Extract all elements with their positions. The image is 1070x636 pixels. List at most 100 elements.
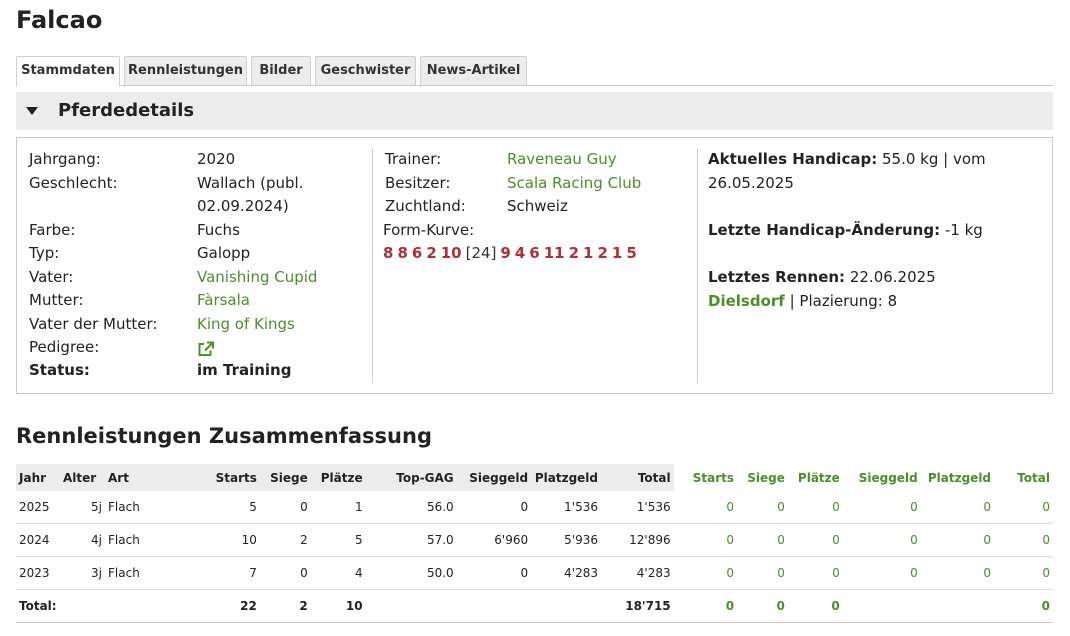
form-result[interactable]: 10	[441, 244, 462, 262]
detail-row-typ: Typ: Galopp	[29, 244, 251, 262]
caret-down-icon	[26, 107, 38, 115]
handicap-date: 26.05.2025	[708, 173, 794, 192]
tab-news-artikel[interactable]: News-Artikel	[420, 56, 527, 85]
form-result[interactable]: 8	[383, 244, 393, 262]
mutter-link[interactable]: Fàrsala	[197, 289, 377, 313]
table-cell	[531, 589, 602, 623]
table-row: 2025 5j Flach 5 0 1 56.0 0 1'536 1'536 0…	[16, 491, 1053, 524]
table-cell: 0	[787, 491, 843, 524]
detail-row-besitzer: Besitzer: Scala Racing Club	[17, 172, 697, 196]
placement: | Plazierung: 8	[789, 291, 898, 310]
table-cell: 0	[673, 523, 738, 557]
detail-row-mutter: Mutter: Fàrsala	[17, 289, 372, 313]
table-cell: 0	[737, 589, 788, 623]
detail-row-pedigree: Pedigree:	[17, 336, 372, 360]
table-cell: 0	[842, 491, 921, 524]
table-total-row: Total: 22 2 10 18'715 0 0 0 0	[16, 589, 1053, 623]
accordion-header[interactable]: Pferdedetails	[16, 92, 1053, 130]
table-cell	[365, 589, 457, 623]
last-race-block: Letztes Rennen: 22.06.2025 Dielsdorf | P…	[708, 266, 1048, 313]
detail-row-status: Status: im Training	[17, 359, 372, 383]
table-cell: 0	[787, 589, 843, 623]
table-cell: 12'896	[601, 523, 674, 557]
table-cell: 18'715	[601, 589, 674, 623]
form-result[interactable]: 11	[544, 244, 565, 262]
handicap-change-block: Letzte Handicap-Änderung: -1 kg	[708, 219, 1048, 243]
table-cell: 4'283	[601, 556, 674, 590]
col-header: Sieggeld	[842, 464, 921, 491]
form-result-bracket: [24]	[465, 244, 497, 262]
handicap-change-value: -1 kg	[944, 221, 983, 239]
table-cell: 4j	[59, 523, 105, 557]
col-header: Jahr	[16, 464, 60, 491]
last-race-date: 22.06.2025	[849, 268, 936, 286]
table-cell	[456, 589, 532, 623]
table-cell: 22	[187, 589, 260, 623]
table-cell: 5'936	[531, 523, 602, 557]
table-cell: 0	[787, 556, 843, 590]
table-row: 2023 3j Flach 7 0 4 50.0 0 4'283 4'283 0…	[16, 556, 1053, 590]
form-result[interactable]: 6	[529, 244, 539, 262]
table-cell: 0	[994, 491, 1053, 524]
accordion-title: Pferdedetails	[58, 100, 195, 121]
external-link-icon[interactable]	[197, 337, 377, 361]
form-result[interactable]: 5	[626, 244, 636, 262]
form-result[interactable]: 4	[515, 244, 525, 262]
form-result[interactable]: 1	[612, 244, 622, 262]
table-cell: 3j	[59, 556, 105, 590]
handicap-label: Aktuelles Handicap:	[708, 150, 878, 168]
col-header: Top-GAG	[365, 464, 457, 491]
detail-row-vater: Vater: Vanishing Cupid	[17, 266, 372, 290]
tab-geschwister[interactable]: Geschwister	[315, 56, 416, 85]
detail-row-vater-der-mutter: Vater der Mutter: King of Kings	[17, 313, 372, 337]
tab-bilder[interactable]: Bilder	[251, 56, 311, 85]
last-race-venue-link[interactable]: Dielsdorf	[708, 292, 785, 310]
table-cell: 5j	[59, 491, 105, 524]
table-row: 2024 4j Flach 10 2 5 57.0 6'960 5'936 12…	[16, 523, 1053, 557]
table-cell: 0	[456, 491, 532, 524]
table-cell: 56.0	[365, 491, 457, 524]
form-result[interactable]: 6	[412, 244, 422, 262]
col-header: Total	[994, 464, 1053, 491]
table-header-row: Jahr Alter Art Starts Siege Plätze Top-G…	[16, 464, 1053, 491]
handicap-change-label: Letzte Handicap-Änderung:	[708, 221, 941, 239]
table-cell: 57.0	[365, 523, 457, 557]
table-cell: 0	[787, 523, 843, 557]
tab-rennleistungen[interactable]: Rennleistungen	[124, 56, 247, 85]
table-cell: 10	[187, 523, 260, 557]
table-cell: Total:	[16, 589, 60, 623]
table-cell: 0	[920, 556, 995, 590]
form-result[interactable]: 2	[597, 244, 607, 262]
form-result[interactable]: 2	[426, 244, 436, 262]
trainer-link[interactable]: Raveneau Guy	[507, 148, 707, 172]
form-result[interactable]: 1	[583, 244, 593, 262]
table-cell: 0	[920, 491, 995, 524]
table-cell	[842, 589, 921, 623]
col-header: Siege	[737, 464, 788, 491]
table-cell: Flach	[105, 491, 188, 524]
col-header: Platzgeld	[531, 464, 602, 491]
table-cell: 0	[737, 523, 788, 557]
horse-details-panel: Jahrgang: 2020 Geschlecht: Wallach (publ…	[16, 137, 1053, 394]
vater-der-mutter-link[interactable]: King of Kings	[197, 313, 377, 337]
form-result[interactable]: 9	[500, 244, 510, 262]
col-header: Starts	[187, 464, 260, 491]
table-cell: 0	[673, 589, 738, 623]
table-cell: 2023	[16, 556, 60, 590]
table-cell: 5	[310, 523, 366, 557]
table-cell: 6'960	[456, 523, 532, 557]
handicap-value: 55.0 kg | vom	[881, 150, 986, 168]
table-cell	[920, 589, 995, 623]
besitzer-link[interactable]: Scala Racing Club	[507, 172, 707, 196]
form-result[interactable]: 2	[569, 244, 579, 262]
form-result[interactable]: 8	[397, 244, 407, 262]
table-cell: 5	[187, 491, 260, 524]
vater-link[interactable]: Vanishing Cupid	[197, 266, 377, 290]
form-curve: 8 8 6 2 10 [24] 9 4 6 11 2 1 2 1 5	[383, 241, 641, 265]
tab-bar: Stammdaten Rennleistungen Bilder Geschwi…	[16, 56, 1053, 86]
tab-stammdaten[interactable]: Stammdaten	[16, 56, 120, 86]
table-cell: 0	[994, 556, 1053, 590]
summary-title: Rennleistungen Zusammenfassung	[16, 424, 432, 448]
table-cell: 10	[310, 589, 366, 623]
summary-table: Jahr Alter Art Starts Siege Plätze Top-G…	[16, 464, 1053, 623]
